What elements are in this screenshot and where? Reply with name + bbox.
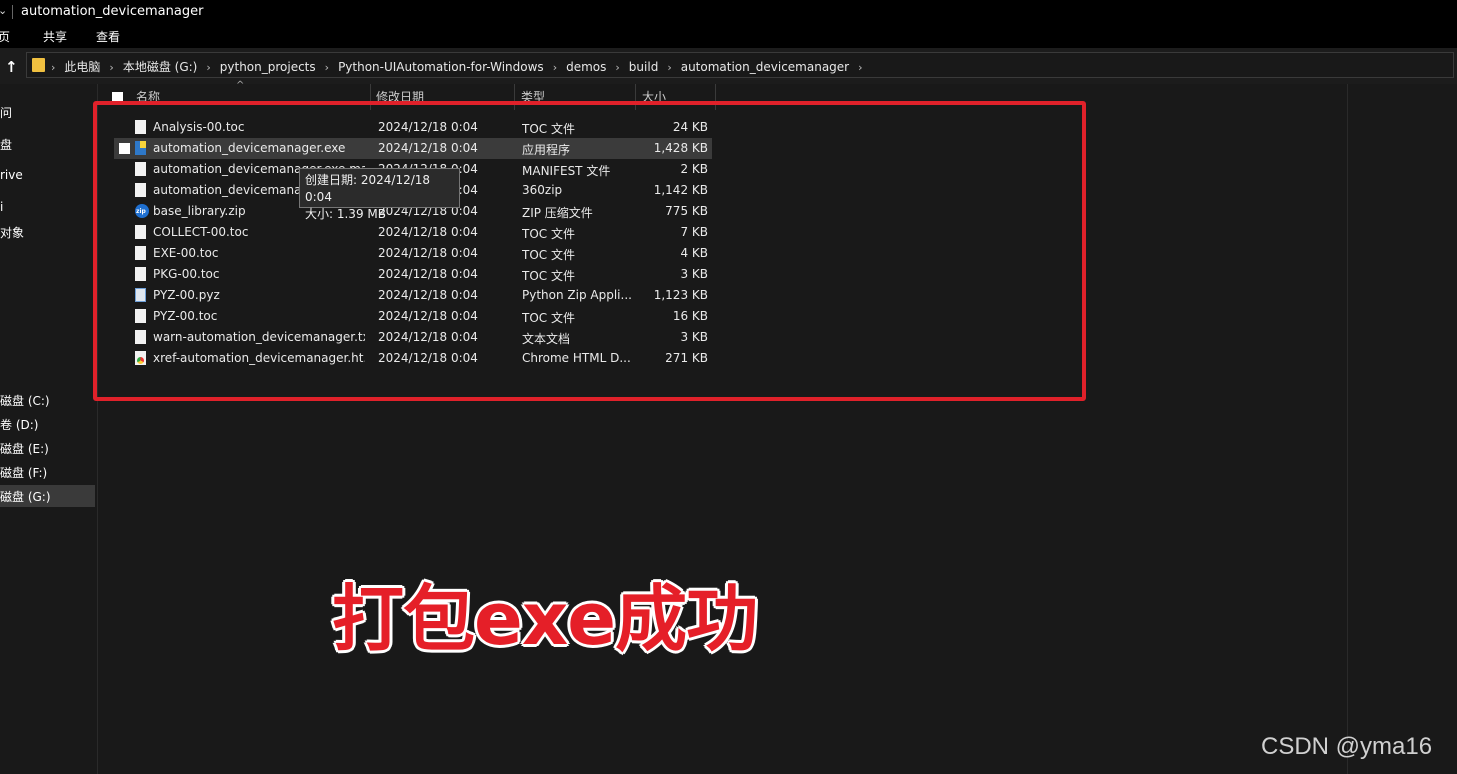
chevron-right-icon[interactable]: ›	[858, 61, 862, 74]
chevron-right-icon[interactable]: ›	[615, 61, 619, 74]
ribbon-tabs: 页 共享 查看	[0, 24, 1457, 48]
chevron-right-icon[interactable]: ›	[51, 61, 55, 74]
nav-item-drive-g[interactable]: 磁盘 (G:)	[0, 485, 95, 507]
tab-home[interactable]: 页	[0, 28, 10, 45]
annotation-caption: 打包exe成功	[332, 577, 758, 661]
title-separator	[12, 5, 13, 19]
nav-item-drive-c[interactable]: 磁盘 (C:)	[0, 389, 95, 411]
address-row: ↑ › 此电脑 › 本地磁盘 (G:) › python_projects › Python-…	[0, 48, 1457, 84]
window-title: automation_devicemanager	[21, 4, 204, 19]
chevron-right-icon[interactable]: ›	[109, 61, 113, 74]
breadcrumb-drive-g[interactable]: 本地磁盘 (G:)	[123, 58, 198, 75]
tab-share[interactable]: 共享	[43, 28, 67, 45]
address-bar[interactable]: › 此电脑 › 本地磁盘 (G:) › python_projects › Python-UI…	[26, 52, 1454, 78]
navigation-pane: 问 盘 rive i 对象 磁盘 (C:) 卷 (D:) 磁盘 (E:) 磁盘 …	[0, 84, 98, 774]
nav-item-quick-access[interactable]: 问	[0, 101, 95, 123]
breadcrumb-python-projects[interactable]: python_projects	[220, 60, 316, 74]
nav-item-onedrive[interactable]: rive	[0, 165, 95, 187]
watermark: CSDN @yma16	[1261, 733, 1433, 760]
sort-ascending-icon: ^	[236, 80, 245, 91]
chevron-right-icon[interactable]: ›	[553, 61, 557, 74]
quick-access-chevron-icon[interactable]: ⌄	[0, 4, 7, 17]
nav-item-drive-f[interactable]: 磁盘 (F:)	[0, 461, 95, 483]
highlight-annotation-box	[93, 101, 1086, 401]
nav-item-4[interactable]: i	[0, 197, 95, 219]
breadcrumb-demos[interactable]: demos	[566, 60, 606, 74]
breadcrumb-repo[interactable]: Python-UIAutomation-for-Windows	[338, 60, 544, 74]
breadcrumb-build[interactable]: build	[629, 60, 659, 74]
breadcrumb-this-pc[interactable]: 此电脑	[64, 58, 100, 75]
nav-item-drive-e[interactable]: 磁盘 (E:)	[0, 437, 95, 459]
nav-item-3d-objects[interactable]: 对象	[0, 221, 95, 243]
folder-icon	[32, 58, 45, 72]
nav-item-cloud-drive[interactable]: 盘	[0, 133, 95, 155]
chevron-right-icon[interactable]: ›	[206, 61, 210, 74]
tab-view[interactable]: 查看	[96, 28, 120, 45]
chevron-right-icon[interactable]: ›	[667, 61, 671, 74]
chevron-right-icon[interactable]: ›	[325, 61, 329, 74]
breadcrumb-current-folder[interactable]: automation_devicemanager	[681, 60, 849, 74]
nav-item-drive-d[interactable]: 卷 (D:)	[0, 413, 95, 435]
up-arrow-icon[interactable]: ↑	[5, 58, 18, 76]
title-bar: ⌄ automation_devicemanager	[0, 0, 1457, 24]
breadcrumb: › 此电脑 › 本地磁盘 (G:) › python_projects › Python-UI…	[51, 58, 872, 75]
pane-divider	[1347, 84, 1348, 774]
